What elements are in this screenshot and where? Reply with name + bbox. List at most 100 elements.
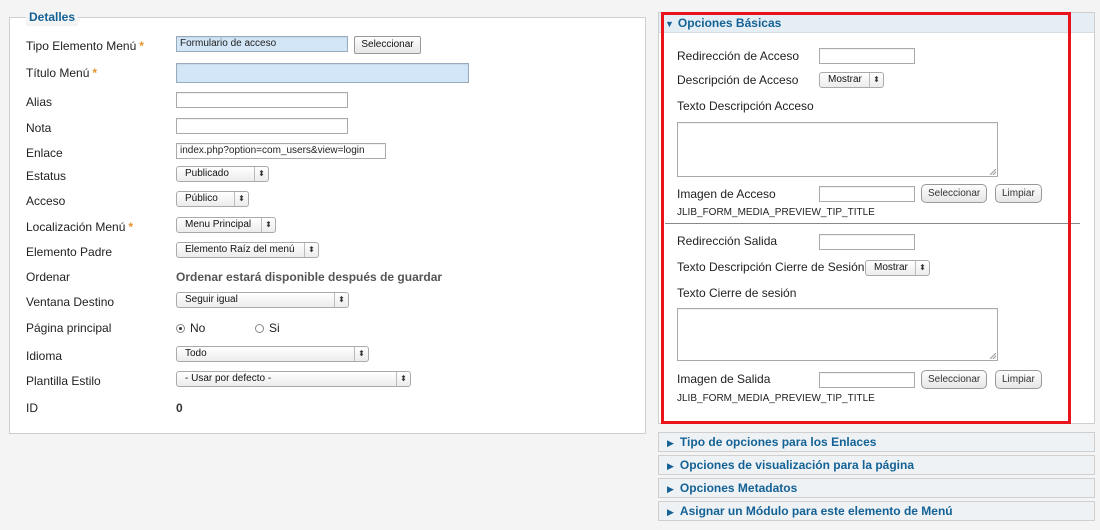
label-login-description: Descripción de Acceso — [677, 73, 799, 87]
menu-item-type-field[interactable]: Formulario de acceso — [176, 36, 348, 52]
label-menu-item-type: Tipo Elemento Menú — [26, 39, 137, 53]
link-input[interactable]: index.php?option=com_users&view=login — [176, 143, 386, 159]
label-ordering: Ordenar — [26, 270, 71, 284]
label-menu-location: Localización Menú — [26, 220, 126, 234]
row-ordering: Ordenar Ordenar estará disponible despué… — [26, 267, 626, 287]
row-language: Idioma Todo ⬍ — [26, 346, 626, 366]
label-login-image: Imagen de Acceso — [677, 187, 776, 201]
row-status: Estatus Publicado ⬍ — [26, 166, 626, 186]
triangle-right-icon: ▶ — [667, 438, 674, 448]
access-select[interactable]: Público ⬍ — [176, 191, 249, 207]
row-logout-text: Texto Cierre de sesión — [677, 283, 1077, 303]
accordion-module-assignment[interactable]: ▶ Asignar un Módulo para este elemento de… — [658, 501, 1095, 521]
label-alias: Alias — [26, 95, 53, 109]
logout-description-select[interactable]: Mostrar ⬍ — [865, 260, 930, 276]
menu-item-type-select-button[interactable]: Seleccionar — [354, 36, 421, 54]
logout-image-clear-button[interactable]: Limpiar — [995, 370, 1042, 389]
login-image-clear-button[interactable]: Limpiar — [995, 184, 1042, 203]
logout-image-select-button[interactable]: Seleccionar — [921, 370, 988, 389]
target-window-select[interactable]: Seguir igual ⬍ — [176, 292, 349, 308]
login-redirect-input[interactable] — [819, 48, 915, 64]
label-template-style: Plantilla Estilo — [26, 374, 101, 388]
language-select[interactable]: Todo ⬍ — [176, 346, 369, 362]
triangle-right-icon: ▶ — [667, 484, 674, 494]
select-arrows-icon: ⬍ — [234, 192, 248, 206]
home-page-radio-no[interactable]: No — [176, 321, 205, 335]
resize-grip-icon[interactable] — [990, 353, 996, 359]
required-star: * — [128, 220, 134, 234]
details-legend: Detalles — [26, 8, 79, 26]
row-menu-location: Localización Menú * Menu Principal ⬍ — [26, 217, 626, 237]
row-login-image: Imagen de Acceso Seleccionar Limpiar — [677, 183, 1077, 203]
note-input[interactable] — [176, 118, 348, 134]
row-note: Nota — [26, 118, 626, 138]
login-description-select[interactable]: Mostrar ⬍ — [819, 72, 884, 88]
row-logout-image: Imagen de Salida Seleccionar Limpiar — [677, 368, 1077, 389]
login-image-select-button[interactable]: Seleccionar — [921, 184, 988, 203]
row-alias: Alias — [26, 92, 626, 112]
select-arrows-icon: ⬍ — [261, 218, 275, 232]
row-login-redirect: Redirección de Acceso — [677, 46, 1077, 66]
label-login-redirect: Redirección de Acceso — [677, 49, 800, 63]
label-menu-title: Título Menú — [26, 66, 90, 80]
login-description-textarea[interactable] — [677, 122, 998, 177]
accordion-link-options[interactable]: ▶ Tipo de opciones para los Enlaces — [658, 432, 1095, 452]
triangle-down-icon: ▼ — [665, 19, 674, 29]
label-link: Enlace — [26, 146, 63, 160]
row-menu-title: Título Menú * — [26, 63, 626, 83]
select-arrows-icon: ⬍ — [354, 347, 368, 361]
select-arrows-icon: ⬍ — [254, 167, 268, 181]
row-login-description-text: Texto Descripción Acceso — [677, 96, 1077, 116]
row-access: Acceso Público ⬍ — [26, 191, 626, 211]
ordering-note: Ordenar estará disponible después de gua… — [176, 270, 443, 284]
label-logout-description: Texto Descripción Cierre de Sesión — [677, 260, 865, 274]
row-menu-item-type: Tipo Elemento Menú * Formulario de acceso… — [26, 36, 626, 56]
label-logout-image: Imagen de Salida — [677, 372, 771, 386]
template-style-select[interactable]: - Usar por defecto - ⬍ — [176, 371, 411, 387]
triangle-right-icon: ▶ — [667, 461, 674, 471]
label-access: Acceso — [26, 194, 66, 208]
select-arrows-icon: ⬍ — [396, 372, 410, 386]
accordion-metadata-options[interactable]: ▶ Opciones Metadatos — [658, 478, 1095, 498]
logout-redirect-input[interactable] — [819, 234, 915, 250]
select-arrows-icon: ⬍ — [915, 261, 929, 275]
label-login-description-text: Texto Descripción Acceso — [677, 99, 814, 113]
section-divider — [665, 223, 1080, 224]
label-home-page: Página principal — [26, 321, 112, 335]
label-id: ID — [26, 401, 38, 415]
label-language: Idioma — [26, 349, 63, 363]
row-logout-description: Texto Descripción Cierre de Sesión Mostr… — [677, 257, 1077, 277]
label-logout-redirect: Redirección Salida — [677, 234, 778, 248]
id-value: 0 — [176, 401, 183, 415]
accordion-page-display-options[interactable]: ▶ Opciones de visualización para la págin… — [658, 455, 1095, 475]
row-login-description: Descripción de Acceso Mostrar ⬍ — [677, 70, 1077, 90]
row-link: Enlace index.php?option=com_users&view=l… — [26, 143, 626, 163]
logout-textarea[interactable] — [677, 308, 998, 361]
label-parent-item: Elemento Padre — [26, 245, 113, 259]
resize-grip-icon[interactable] — [990, 169, 996, 175]
parent-item-select[interactable]: Elemento Raíz del menú ⬍ — [176, 242, 319, 258]
login-image-input[interactable] — [819, 186, 915, 202]
label-logout-text: Texto Cierre de sesión — [677, 286, 797, 300]
radio-checked-icon — [176, 324, 185, 333]
select-arrows-icon: ⬍ — [869, 73, 883, 87]
menu-location-select[interactable]: Menu Principal ⬍ — [176, 217, 276, 233]
row-home-page: Página principal No Si — [26, 318, 626, 338]
select-arrows-icon: ⬍ — [334, 293, 348, 307]
home-page-radio-si[interactable]: Si — [255, 321, 280, 335]
menu-title-input[interactable] — [176, 63, 469, 83]
details-fieldset: Detalles Tipo Elemento Menú * Formulario … — [9, 8, 646, 434]
status-select[interactable]: Publicado ⬍ — [176, 166, 269, 182]
label-status: Estatus — [26, 169, 67, 183]
basic-options-panel: ▼ Opciones Básicas Redirección de Acceso … — [658, 12, 1095, 424]
row-target-window: Ventana Destino Seguir igual ⬍ — [26, 292, 626, 312]
logout-image-input[interactable] — [819, 372, 915, 388]
logout-image-preview-tip: JLIB_FORM_MEDIA_PREVIEW_TIP_TITLE — [677, 393, 875, 404]
basic-options-header[interactable]: ▼ Opciones Básicas — [659, 13, 1094, 33]
required-star: * — [139, 39, 144, 53]
row-parent-item: Elemento Padre Elemento Raíz del menú ⬍ — [26, 242, 626, 262]
alias-input[interactable] — [176, 92, 348, 108]
row-logout-redirect: Redirección Salida — [677, 231, 1077, 251]
required-star: * — [92, 66, 98, 80]
radio-unchecked-icon — [255, 324, 264, 333]
